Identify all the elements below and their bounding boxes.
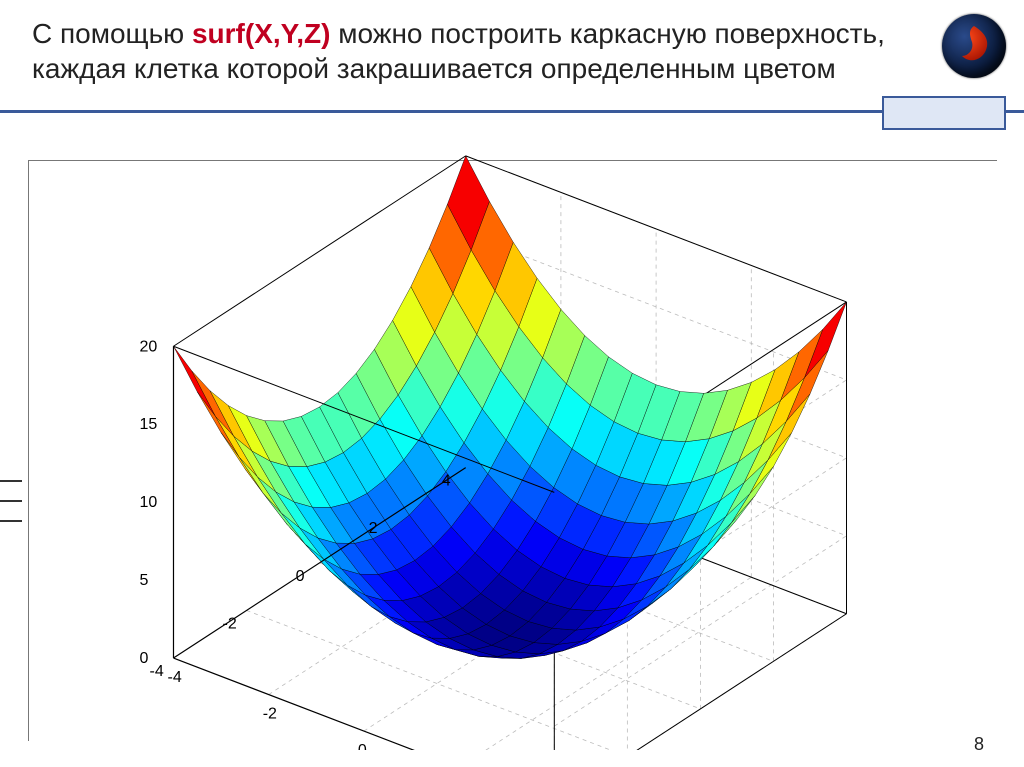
svg-text:2: 2 xyxy=(369,520,378,537)
page-number: 8 xyxy=(974,734,984,755)
svg-text:10: 10 xyxy=(139,494,157,511)
surf-3d-plot: 05101520-4-2024-4-2024 xyxy=(40,150,980,750)
slide-title-text: С помощью surf(X,Y,Z) можно построить ка… xyxy=(32,16,912,86)
tick-mark xyxy=(0,480,22,482)
tick-mark xyxy=(0,520,22,522)
decorative-ribbon xyxy=(882,96,1006,130)
svg-text:-4: -4 xyxy=(167,669,181,686)
svg-text:0: 0 xyxy=(139,650,148,667)
svg-text:0: 0 xyxy=(358,742,367,750)
side-ticks xyxy=(0,480,30,540)
svg-text:5: 5 xyxy=(139,572,148,589)
svg-text:-2: -2 xyxy=(263,706,277,723)
svg-text:20: 20 xyxy=(139,338,157,355)
flame-logo-icon xyxy=(942,14,1006,78)
tick-mark xyxy=(0,500,22,502)
svg-text:15: 15 xyxy=(139,416,157,433)
code-command: surf(X,Y,Z) xyxy=(192,18,330,49)
text-prefix: С помощью xyxy=(32,18,192,49)
svg-text:4: 4 xyxy=(442,473,451,490)
svg-text:-2: -2 xyxy=(223,615,237,632)
svg-text:-4: -4 xyxy=(149,663,163,680)
divider-line xyxy=(0,110,1024,113)
svg-text:0: 0 xyxy=(296,568,305,585)
